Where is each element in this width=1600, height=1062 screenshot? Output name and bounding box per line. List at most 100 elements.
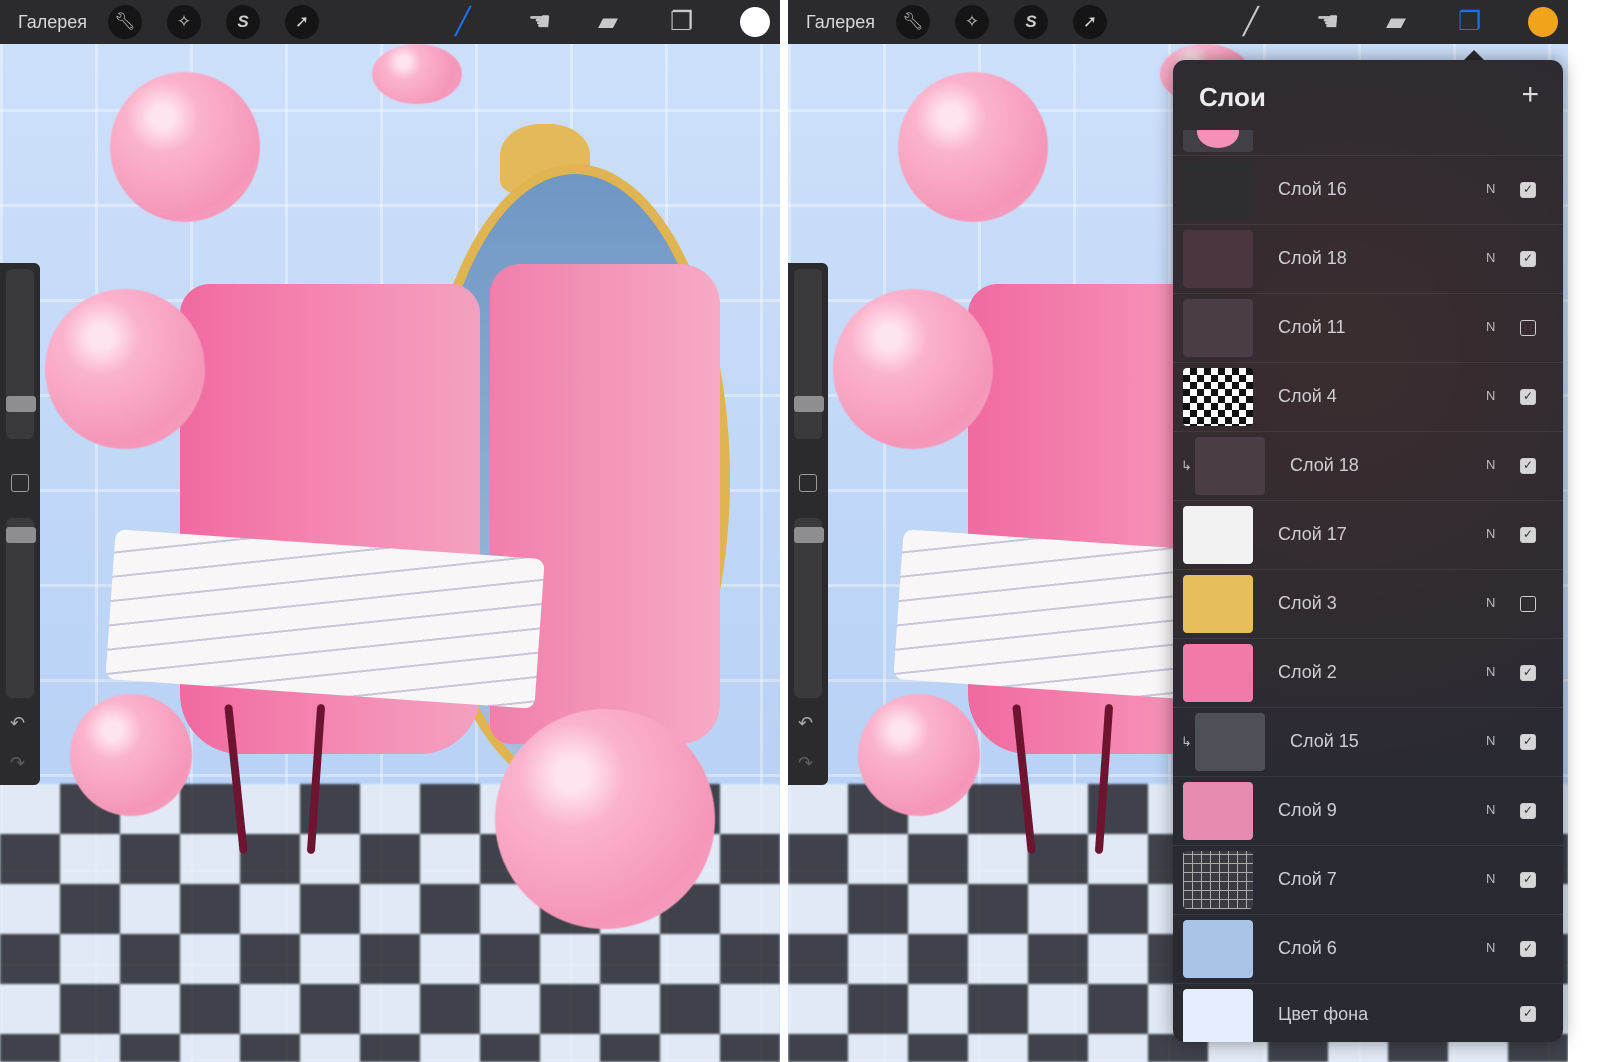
layer-visibility-checkbox[interactable] bbox=[1520, 596, 1536, 612]
blend-mode-button[interactable]: N bbox=[1486, 319, 1495, 334]
opacity-slider[interactable] bbox=[794, 518, 822, 698]
selection-icon[interactable]: S bbox=[226, 5, 260, 39]
magic-wand-icon[interactable]: ✧ bbox=[167, 5, 201, 39]
layer-thumbnail bbox=[1195, 437, 1265, 495]
layer-row[interactable]: ↳ Слой 15 N ✓ bbox=[1173, 707, 1563, 776]
bubble bbox=[858, 694, 980, 816]
layer-row[interactable]: Слой 2 N ✓ bbox=[1173, 638, 1563, 707]
layers-icon[interactable]: ❐ bbox=[1458, 6, 1481, 37]
layer-name: Слой 18 bbox=[1278, 248, 1347, 268]
layer-row[interactable]: Слой 9 N ✓ bbox=[1173, 776, 1563, 845]
redo-icon[interactable]: ↷ bbox=[798, 753, 813, 774]
layer-name: Слой 3 bbox=[1278, 593, 1337, 613]
transform-arrow-icon[interactable]: ➚ bbox=[285, 5, 319, 39]
blend-mode-button[interactable]: N bbox=[1486, 181, 1495, 196]
modify-button[interactable] bbox=[799, 474, 817, 492]
left-sidebar: ↶ ↷ bbox=[788, 263, 828, 785]
undo-icon[interactable]: ↶ bbox=[798, 713, 813, 734]
modify-button[interactable] bbox=[11, 474, 29, 492]
layer-row[interactable]: Слой 6 N ✓ bbox=[1173, 914, 1563, 983]
transform-arrow-icon[interactable]: ➚ bbox=[1073, 5, 1107, 39]
blend-mode-button[interactable]: N bbox=[1486, 940, 1495, 955]
layer-row[interactable]: Слой 7 N ✓ bbox=[1173, 845, 1563, 914]
layer-row[interactable]: Слой 17 N ✓ bbox=[1173, 500, 1563, 569]
layer-visibility-checkbox[interactable]: ✓ bbox=[1520, 251, 1536, 267]
blend-mode-button[interactable]: N bbox=[1486, 595, 1495, 610]
color-picker-button[interactable] bbox=[740, 7, 770, 37]
wrench-icon[interactable]: 🔧︎ bbox=[108, 5, 142, 39]
layer-name: Слой 9 bbox=[1278, 800, 1337, 820]
layer-row[interactable]: Слой 3 N bbox=[1173, 569, 1563, 638]
layer-visibility-checkbox[interactable]: ✓ bbox=[1520, 527, 1536, 543]
left-sidebar: ↶ ↷ bbox=[0, 263, 40, 785]
background-color-row[interactable]: Цвет фона ✓ bbox=[1173, 983, 1563, 1042]
opacity-handle[interactable] bbox=[794, 527, 824, 543]
layer-name: Цвет фона bbox=[1278, 1004, 1369, 1024]
layer-thumbnail bbox=[1183, 851, 1253, 909]
layer-name: Слой 4 bbox=[1278, 386, 1337, 406]
layer-visibility-checkbox[interactable]: ✓ bbox=[1520, 389, 1536, 405]
undo-icon[interactable]: ↶ bbox=[10, 713, 25, 734]
background-color-swatch[interactable] bbox=[1183, 989, 1253, 1042]
bubble bbox=[372, 44, 462, 104]
eraser-icon[interactable]: ▰ bbox=[1386, 6, 1406, 37]
layer-row[interactable]: Слой 16 N ✓ bbox=[1173, 155, 1563, 224]
layer-visibility-checkbox[interactable]: ✓ bbox=[1520, 458, 1536, 474]
procreate-screen-canvas: Галерея 🔧︎ ✧ S ➚ ╱ ☚ ▰ ❐ ↶ ↷ bbox=[0, 0, 780, 1062]
blend-mode-button[interactable]: N bbox=[1486, 250, 1495, 265]
brush-size-slider[interactable] bbox=[794, 269, 822, 439]
brush-icon[interactable]: ╱ bbox=[1243, 6, 1259, 37]
gallery-button[interactable]: Галерея bbox=[18, 12, 108, 33]
layer-row[interactable]: ↳ Слой 18 N ✓ bbox=[1173, 431, 1563, 500]
layer-visibility-checkbox[interactable]: ✓ bbox=[1520, 665, 1536, 681]
selection-icon[interactable]: S bbox=[1014, 5, 1048, 39]
layer-row[interactable]: Слой 18 N ✓ bbox=[1173, 224, 1563, 293]
blend-mode-button[interactable]: N bbox=[1486, 871, 1495, 886]
smudge-icon[interactable]: ☚ bbox=[528, 6, 551, 37]
eraser-icon[interactable]: ▰ bbox=[598, 6, 618, 37]
layer-thumbnail bbox=[1183, 161, 1253, 219]
blend-mode-button[interactable]: N bbox=[1486, 457, 1495, 472]
layer-thumbnail bbox=[1183, 575, 1253, 633]
layer-visibility-checkbox[interactable] bbox=[1520, 320, 1536, 336]
canvas-artwork[interactable] bbox=[0, 44, 780, 1062]
color-picker-button[interactable] bbox=[1528, 7, 1558, 37]
brush-icon[interactable]: ╱ bbox=[455, 6, 471, 37]
add-layer-button[interactable]: + bbox=[1521, 78, 1539, 112]
blend-mode-button[interactable]: N bbox=[1486, 388, 1495, 403]
blend-mode-button[interactable]: N bbox=[1486, 733, 1495, 748]
towel bbox=[105, 529, 545, 709]
wrench-icon[interactable]: 🔧︎ bbox=[896, 5, 930, 39]
blend-mode-button[interactable]: N bbox=[1486, 664, 1495, 679]
layer-name: Слой 18 bbox=[1290, 455, 1359, 475]
opacity-slider[interactable] bbox=[6, 518, 34, 698]
layer-thumbnail bbox=[1183, 368, 1253, 426]
layers-panel: Слои + Слой 16 N ✓ Слой 18 N ✓ Слой 11 N… bbox=[1173, 60, 1563, 1042]
blend-mode-button[interactable]: N bbox=[1486, 802, 1495, 817]
brush-size-slider[interactable] bbox=[6, 269, 34, 439]
layers-icon[interactable]: ❐ bbox=[670, 6, 693, 37]
brush-size-handle[interactable] bbox=[794, 396, 824, 412]
layer-thumbnail bbox=[1183, 782, 1253, 840]
layer-visibility-checkbox[interactable]: ✓ bbox=[1520, 941, 1536, 957]
layer-row[interactable]: Слой 4 N ✓ bbox=[1173, 362, 1563, 431]
layer-row[interactable]: Слой 11 N bbox=[1173, 293, 1563, 362]
gallery-button[interactable]: Галерея bbox=[806, 12, 896, 33]
layer-name: Слой 11 bbox=[1278, 317, 1346, 337]
layer-visibility-checkbox[interactable]: ✓ bbox=[1520, 1006, 1536, 1022]
layer-visibility-checkbox[interactable]: ✓ bbox=[1520, 803, 1536, 819]
layer-visibility-checkbox[interactable]: ✓ bbox=[1520, 182, 1536, 198]
blend-mode-button[interactable]: N bbox=[1486, 526, 1495, 541]
redo-icon[interactable]: ↷ bbox=[10, 753, 25, 774]
layer-visibility-checkbox[interactable]: ✓ bbox=[1520, 872, 1536, 888]
layer-visibility-checkbox[interactable]: ✓ bbox=[1520, 734, 1536, 750]
bubble bbox=[898, 72, 1048, 222]
smudge-icon[interactable]: ☚ bbox=[1316, 6, 1339, 37]
layer-name: Слой 6 bbox=[1278, 938, 1337, 958]
brush-size-handle[interactable] bbox=[6, 396, 36, 412]
bubble bbox=[495, 709, 715, 929]
layer-thumbnail bbox=[1183, 506, 1253, 564]
opacity-handle[interactable] bbox=[6, 527, 36, 543]
magic-wand-icon[interactable]: ✧ bbox=[955, 5, 989, 39]
layer-thumbnail bbox=[1183, 299, 1253, 357]
